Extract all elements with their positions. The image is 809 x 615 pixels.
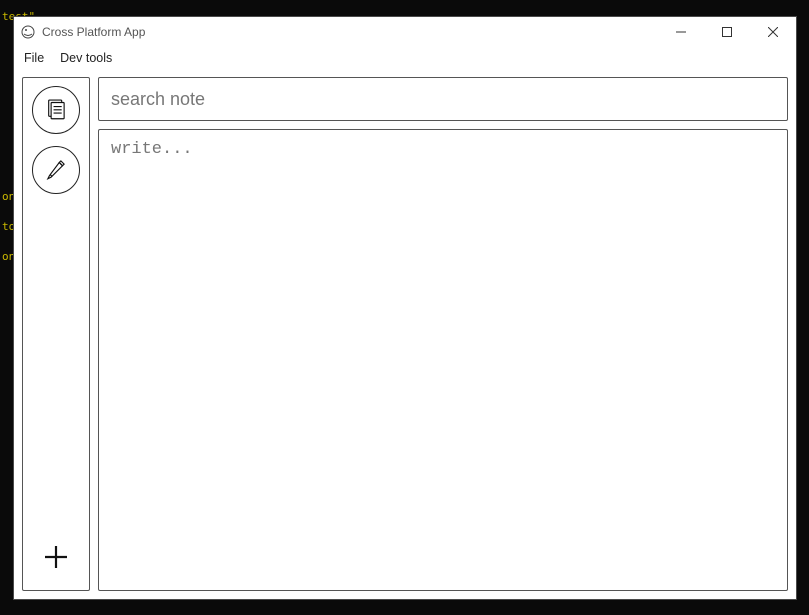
main-panel: [98, 77, 788, 591]
maximize-button[interactable]: [704, 17, 750, 47]
app-icon: [20, 24, 36, 40]
menu-file[interactable]: File: [18, 49, 50, 67]
search-input[interactable]: [98, 77, 788, 121]
window-title: Cross Platform App: [42, 25, 145, 39]
menubar: File Dev tools: [14, 47, 796, 69]
pencil-icon: [43, 156, 69, 185]
plus-icon: [41, 542, 71, 575]
content-area: [14, 69, 796, 599]
titlebar: Cross Platform App: [14, 17, 796, 47]
minimize-button[interactable]: [658, 17, 704, 47]
notes-button[interactable]: [32, 86, 80, 134]
app-window: Cross Platform App File Dev tools: [13, 16, 797, 600]
sidebar: [22, 77, 90, 591]
menu-dev-tools[interactable]: Dev tools: [54, 49, 118, 67]
window-controls: [658, 17, 796, 47]
edit-button[interactable]: [32, 146, 80, 194]
close-button[interactable]: [750, 17, 796, 47]
note-textarea[interactable]: [98, 129, 788, 591]
add-button[interactable]: [36, 538, 76, 578]
notes-icon: [43, 96, 69, 125]
